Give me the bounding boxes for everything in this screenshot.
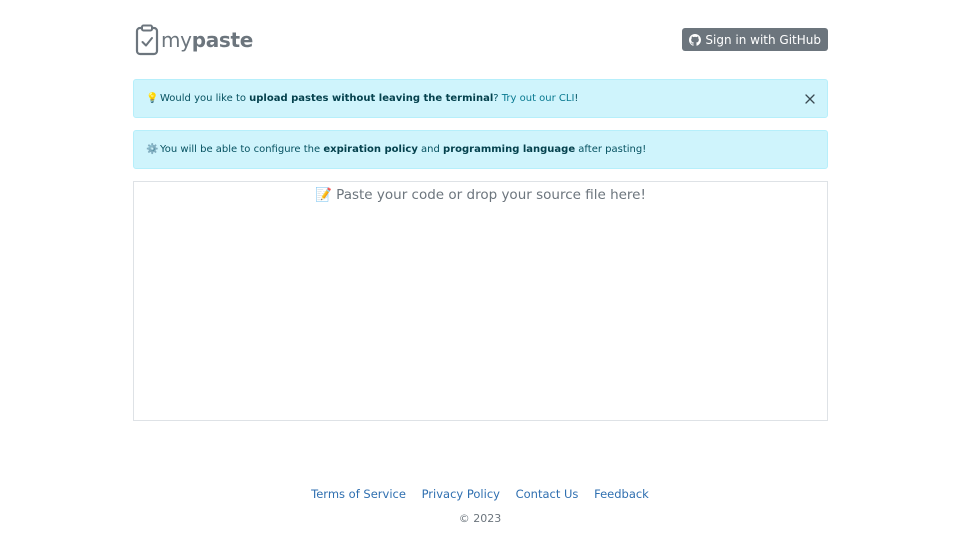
- feedback-link[interactable]: Feedback: [594, 487, 649, 501]
- logo-suffix: paste: [191, 28, 254, 52]
- config-alert-text: You will be able to configure the expira…: [160, 144, 646, 155]
- logo[interactable]: mypaste: [135, 22, 253, 58]
- config-alert-mid: and: [417, 144, 444, 155]
- sign-in-github-button[interactable]: Sign in with GitHub: [682, 28, 828, 51]
- config-alert-pre: You will be able to configure the: [160, 144, 324, 155]
- paste-placeholder: 📝 Paste your code or drop your source fi…: [315, 187, 646, 203]
- copyright: © 2023: [458, 512, 502, 525]
- paste-drop-area[interactable]: 📝 Paste your code or drop your source fi…: [133, 181, 828, 421]
- cli-alert-bold: upload pastes without leaving the termin…: [249, 93, 494, 104]
- close-icon[interactable]: [803, 92, 817, 106]
- logo-prefix: my: [161, 28, 192, 52]
- config-alert-bold1: expiration policy: [323, 144, 418, 155]
- sign-in-label: Sign in with GitHub: [705, 32, 821, 47]
- lightbulb-icon: 💡: [146, 93, 159, 104]
- cli-alert-post: !: [574, 93, 579, 104]
- config-alert: ⚙️ You will be able to configure the exp…: [133, 130, 828, 169]
- cli-alert: 💡 Would you like to upload pastes withou…: [133, 79, 828, 118]
- header: mypaste Sign in with GitHub: [133, 22, 828, 58]
- privacy-policy-link[interactable]: Privacy Policy: [422, 487, 500, 501]
- terms-of-service-link[interactable]: Terms of Service: [311, 487, 406, 501]
- footer-links: Terms of Service Privacy Policy Contact …: [0, 487, 960, 501]
- config-alert-post: after pasting!: [575, 144, 647, 155]
- contact-us-link[interactable]: Contact Us: [516, 487, 579, 501]
- cli-alert-mid: ?: [493, 93, 502, 104]
- logo-text: mypaste: [161, 28, 253, 52]
- cli-alert-text: Would you like to upload pastes without …: [160, 93, 578, 104]
- clipboard-check-icon: [135, 24, 159, 56]
- gear-icon: ⚙️: [146, 144, 159, 155]
- config-alert-bold2: programming language: [443, 144, 576, 155]
- cli-link[interactable]: Try out our CLI: [502, 93, 575, 104]
- cli-alert-pre: Would you like to: [160, 93, 250, 104]
- github-icon: [689, 33, 702, 46]
